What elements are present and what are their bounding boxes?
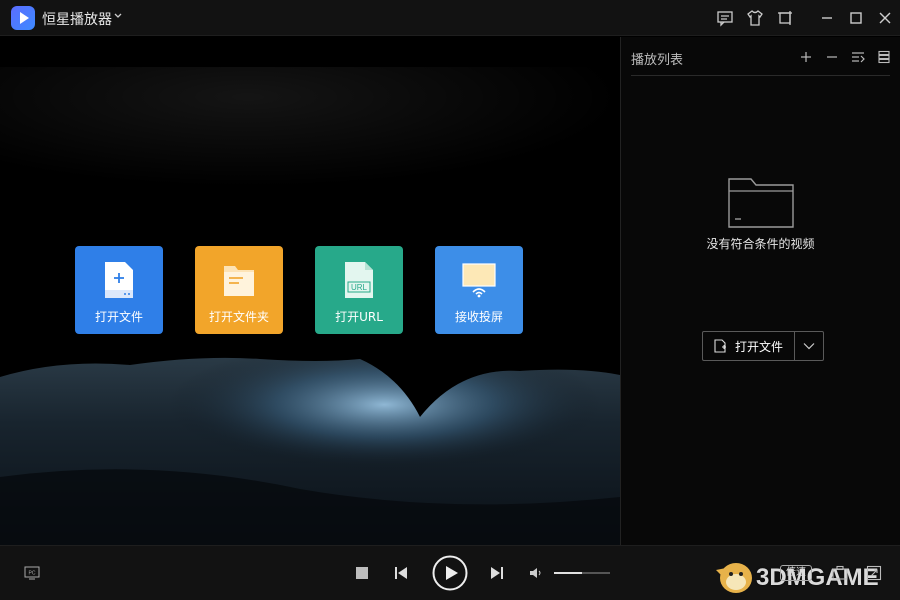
empty-playlist-text: 没有符合条件的视频	[706, 237, 815, 251]
speed-button[interactable]: 倍速	[780, 565, 812, 581]
file-add-icon	[714, 339, 726, 353]
open-file-label: 打开文件	[94, 310, 143, 324]
folder-icon	[224, 266, 254, 296]
app-title[interactable]: 恒星播放器	[42, 9, 112, 29]
open-file-button-label: 打开文件	[735, 339, 784, 354]
skin-icon[interactable]	[746, 9, 764, 27]
open-folder-tile[interactable]: 打开文件夹	[195, 246, 283, 334]
chevron-down-icon	[803, 343, 815, 350]
pc-mode-text: PC	[29, 571, 36, 577]
open-folder-label: 打开文件夹	[208, 310, 269, 324]
receive-cast-label: 接收投屏	[454, 310, 503, 324]
playlist-actions	[798, 49, 892, 65]
play-button[interactable]	[432, 555, 468, 591]
chevron-down-icon[interactable]	[114, 12, 122, 20]
minimize-icon[interactable]	[818, 9, 836, 27]
stop-icon[interactable]	[356, 567, 368, 579]
list-view-icon[interactable]	[876, 49, 892, 65]
open-file-split-button: 打开文件	[702, 331, 824, 361]
pin-window-icon[interactable]	[776, 9, 794, 27]
previous-icon[interactable]	[394, 566, 408, 580]
title-bar: 恒星播放器	[0, 0, 900, 36]
remove-icon[interactable]	[824, 49, 840, 65]
feedback-icon[interactable]	[716, 9, 734, 27]
open-url-label: 打开URL	[335, 310, 383, 324]
open-url-tile[interactable]: URL 打开URL	[315, 246, 403, 334]
maximize-icon[interactable]	[847, 9, 865, 27]
url-file-icon: URL	[345, 262, 373, 298]
fullscreen-icon[interactable]	[866, 565, 882, 581]
open-file-button[interactable]: 打开文件	[703, 332, 795, 360]
screen-cast-icon	[462, 263, 496, 298]
next-icon[interactable]	[490, 566, 504, 580]
open-file-dropdown[interactable]	[795, 332, 823, 360]
mascot-icon	[716, 563, 752, 593]
url-icon-text: URL	[351, 283, 368, 292]
volume-slider[interactable]	[554, 572, 610, 574]
empty-folder-icon	[728, 178, 794, 228]
pc-mode-icon[interactable]: PC	[24, 566, 40, 580]
video-area[interactable]: 打开文件 打开文件夹 URL 打开URL 接收投屏	[0, 37, 620, 545]
close-icon[interactable]	[876, 9, 894, 27]
add-icon[interactable]	[798, 49, 814, 65]
play-icon	[432, 555, 468, 591]
control-bar: PC 3DMGAME 倍速	[0, 545, 900, 600]
playlist-title: 播放列表	[631, 53, 684, 68]
play-mode-icon[interactable]	[850, 49, 866, 65]
watermark-text: 3DMGAME	[756, 564, 879, 591]
receive-cast-tile[interactable]: 接收投屏	[435, 246, 523, 334]
playlist-divider	[631, 75, 890, 76]
app-logo-icon	[11, 6, 35, 30]
playlist-panel: 播放列表 没有符合条件的视频 打开文件	[620, 37, 900, 545]
file-add-icon	[105, 262, 133, 298]
volume-slider-fill	[554, 572, 582, 574]
open-file-tile[interactable]: 打开文件	[75, 246, 163, 334]
volume-icon[interactable]	[529, 566, 543, 580]
screenshot-icon[interactable]	[832, 565, 848, 581]
